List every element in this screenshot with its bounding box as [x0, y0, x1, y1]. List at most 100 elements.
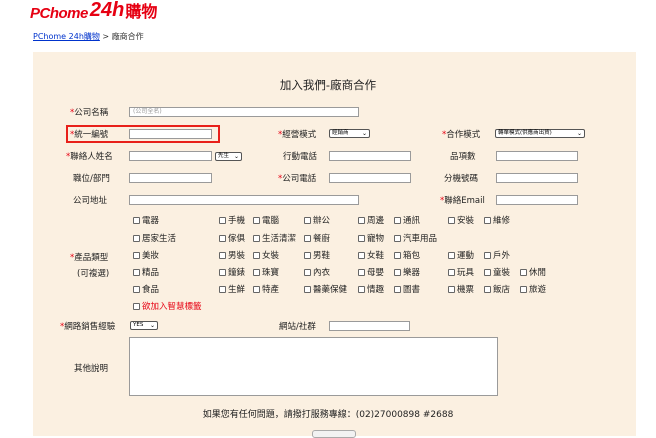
category-checkbox[interactable]: 食品	[133, 283, 159, 295]
checkbox-icon	[448, 252, 455, 259]
contact-name-input[interactable]	[129, 151, 212, 161]
category-checkbox[interactable]: 周邊	[358, 214, 384, 226]
category-checkbox[interactable]: 電器	[133, 214, 159, 226]
category-checkbox[interactable]: 美妝	[133, 249, 159, 261]
category-label: 生鮮	[228, 285, 246, 295]
breadcrumb-separator: >	[99, 32, 112, 41]
item-count-input[interactable]	[496, 151, 578, 161]
email-input[interactable]	[496, 195, 578, 205]
category-checkbox[interactable]: 戶外	[484, 249, 510, 261]
category-label: 玩具	[457, 268, 475, 278]
checkbox-icon	[304, 217, 311, 224]
category-checkbox[interactable]: 特產	[253, 283, 279, 295]
checkbox-icon	[133, 217, 140, 224]
category-label: 箱包	[403, 251, 421, 261]
checkbox-icon	[358, 269, 365, 276]
coop-mode-select[interactable]: 轉單模式(供應商出貨) ⌄	[495, 129, 585, 138]
category-checkbox[interactable]: 內衣	[304, 266, 330, 278]
category-checkbox[interactable]: 醫藥保健	[304, 283, 347, 295]
address-input[interactable]	[129, 195, 359, 205]
company-phone-input[interactable]	[329, 173, 411, 183]
checkbox-icon	[484, 217, 491, 224]
online-exp-select[interactable]: YES ⌄	[130, 321, 158, 330]
tax-id-input[interactable]	[129, 129, 212, 139]
email-label: *聯絡Email	[440, 196, 485, 206]
category-label: 周邊	[367, 216, 385, 226]
category-checkbox[interactable]: 汽車用品	[394, 232, 437, 244]
position-input[interactable]	[129, 173, 212, 183]
category-label: 維修	[493, 216, 511, 226]
checkbox-icon	[394, 269, 401, 276]
category-checkbox[interactable]: 電腦	[253, 214, 279, 226]
category-checkbox[interactable]: 旅遊	[520, 283, 546, 295]
checkbox-icon	[253, 286, 260, 293]
category-checkbox[interactable]: 鐘錶	[219, 266, 245, 278]
notes-label: 其他說明	[74, 364, 109, 374]
breadcrumb-home-link[interactable]: PChome 24h購物	[33, 32, 100, 41]
extension-input[interactable]	[496, 173, 578, 183]
category-checkbox[interactable]: 手機	[219, 214, 245, 226]
checkbox-icon	[448, 286, 455, 293]
checkbox-icon	[219, 252, 226, 259]
category-checkbox[interactable]: 通訊	[394, 214, 420, 226]
category-checkbox[interactable]: 童裝	[484, 266, 510, 278]
category-checkbox[interactable]: 寵物	[358, 232, 384, 244]
smart-tag-checkbox[interactable]: 欲加入智慧標籤	[133, 300, 202, 312]
category-checkbox[interactable]: 維修	[484, 214, 510, 226]
checkbox-icon	[448, 217, 455, 224]
category-label: 安裝	[457, 216, 475, 226]
website-input[interactable]	[329, 321, 410, 331]
category-label: 精品	[142, 268, 160, 278]
category-checkbox[interactable]: 圖書	[394, 283, 420, 295]
category-checkbox[interactable]: 餐廚	[304, 232, 330, 244]
category-checkbox[interactable]: 玩具	[448, 266, 474, 278]
checkbox-icon	[219, 217, 226, 224]
extension-label: 分機號碼	[444, 174, 479, 184]
checkbox-icon	[219, 235, 226, 242]
category-checkbox[interactable]: 情趣	[358, 283, 384, 295]
category-label: 傢俱	[228, 234, 246, 244]
category-checkbox[interactable]: 安裝	[448, 214, 474, 226]
logo-24h: 24h	[89, 0, 125, 21]
category-checkbox[interactable]: 休閒	[520, 266, 546, 278]
coop-mode-label: *合作模式	[442, 130, 481, 140]
category-checkbox[interactable]: 男裝	[219, 249, 245, 261]
category-checkbox[interactable]: 珠寶	[253, 266, 279, 278]
category-checkbox[interactable]: 女裝	[253, 249, 279, 261]
notes-textarea[interactable]	[129, 337, 498, 396]
category-checkbox[interactable]: 箱包	[394, 249, 420, 261]
category-label: 通訊	[403, 216, 421, 226]
business-mode-label: *經營模式	[278, 130, 317, 140]
category-label: 樂器	[403, 268, 421, 278]
submit-button[interactable]	[312, 430, 356, 438]
company-name-input[interactable]: (公司全名)	[129, 107, 359, 117]
business-mode-select[interactable]: 經銷商 ⌄	[329, 129, 370, 138]
item-count-label: 品項數	[450, 152, 476, 162]
category-checkbox[interactable]: 飯店	[484, 283, 510, 295]
category-label: 鐘錶	[228, 268, 246, 278]
category-checkbox[interactable]: 女鞋	[358, 249, 384, 261]
category-checkbox[interactable]: 生鮮	[219, 283, 245, 295]
category-checkbox[interactable]: 精品	[133, 266, 159, 278]
category-checkbox[interactable]: 機票	[448, 283, 474, 295]
chevron-down-icon: ⌄	[361, 130, 367, 137]
mobile-input[interactable]	[329, 151, 411, 161]
category-checkbox[interactable]: 傢俱	[219, 232, 245, 244]
category-checkbox[interactable]: 辦公	[304, 214, 330, 226]
pchome-logo[interactable]: PChome 24h 購物	[30, 0, 157, 22]
checkbox-icon	[394, 217, 401, 224]
category-checkbox[interactable]: 居家生活	[133, 232, 176, 244]
category-checkbox[interactable]: 運動	[448, 249, 474, 261]
checkbox-icon	[484, 286, 491, 293]
category-checkbox[interactable]: 生活清潔	[253, 232, 296, 244]
category-label: 內衣	[313, 268, 331, 278]
category-label: 機票	[457, 285, 475, 295]
checkbox-icon	[448, 269, 455, 276]
categories-sublabel: (可複選)	[77, 269, 110, 279]
category-checkbox[interactable]: 男鞋	[304, 249, 330, 261]
category-checkbox[interactable]: 母嬰	[358, 266, 384, 278]
category-checkbox[interactable]: 樂器	[394, 266, 420, 278]
salutation-select[interactable]: 先生 ⌄	[215, 152, 242, 161]
checkbox-icon	[484, 252, 491, 259]
website-label: 網站/社群	[279, 322, 316, 332]
